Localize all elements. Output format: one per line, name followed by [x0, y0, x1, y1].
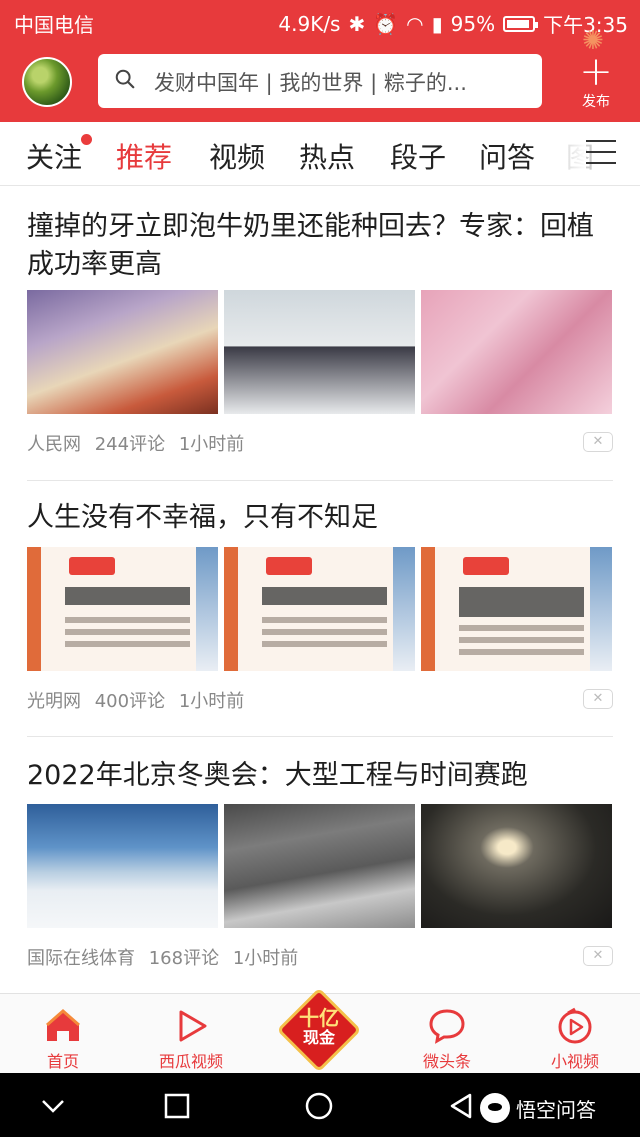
article-images[interactable] [27, 804, 612, 928]
nav-label: 小视频 [550, 1052, 599, 1071]
nav-small-video[interactable]: 小视频 [520, 1006, 630, 1072]
article-time: 1小时前 [178, 434, 245, 455]
article-image[interactable] [421, 804, 612, 928]
article-comments: 244评论 [94, 434, 166, 455]
dismiss-icon[interactable]: ✕ [583, 689, 613, 709]
article-image[interactable] [421, 290, 612, 414]
article-images[interactable] [27, 290, 612, 414]
tabs-fade [556, 122, 586, 184]
dismiss-icon[interactable]: ✕ [583, 946, 613, 966]
tab-label: 关注 [26, 141, 83, 174]
tab-qa[interactable]: 问答 [479, 136, 535, 176]
play-icon [179, 1010, 207, 1042]
alarm-icon: ⏰ [373, 11, 399, 36]
network-speed: 4.9K/s [278, 11, 341, 36]
signal-icon: ▮ [431, 11, 443, 36]
channel-tabs: 关注 推荐 视频 热点 段子 问答 图 [0, 122, 640, 186]
divider [27, 480, 613, 481]
article-title[interactable]: 2022年北京冬奥会：大型工程与时间赛跑 [27, 757, 613, 795]
home-icon [46, 1009, 80, 1041]
publish-label: 发布 [582, 94, 610, 110]
tab-label: 热点 [299, 141, 356, 174]
article-source: 人民网 [27, 434, 81, 455]
article-image[interactable] [27, 290, 218, 414]
article-image[interactable] [224, 804, 415, 928]
bluetooth-icon: ✱ [348, 11, 366, 36]
search-icon [115, 69, 135, 89]
article-meta: 光明网 400评论 1小时前 [27, 687, 252, 713]
chat-bubble-icon [429, 1009, 465, 1044]
tab-video[interactable]: 视频 [209, 136, 265, 176]
small-video-icon [558, 1007, 592, 1044]
article-comments: 168评论 [148, 948, 220, 969]
article-comments: 400评论 [94, 691, 166, 712]
status-bar: 中国电信 4.9K/s ✱ ⏰ ◠ ▮ 95% 下午3:35 [0, 0, 640, 44]
battery-icon [503, 15, 539, 32]
notification-dot [81, 134, 93, 145]
watermark: 悟空问答 [480, 1093, 596, 1123]
dismiss-icon[interactable]: ✕ [583, 432, 613, 452]
article-title[interactable]: 人生没有不幸福，只有不知足 [27, 499, 613, 537]
article-image[interactable] [27, 804, 218, 928]
search-placeholder: 发财中国年 | 我的世界 | 粽子的... [154, 71, 467, 95]
nav-home[interactable]: 首页 [8, 1006, 118, 1072]
tab-label: 问答 [479, 141, 536, 174]
wifi-icon: ◠ [406, 11, 424, 36]
article-time: 1小时前 [178, 691, 245, 712]
tab-label: 段子 [390, 141, 447, 174]
search-box[interactable]: 发财中国年 | 我的世界 | 粽子的... [98, 54, 542, 108]
article-meta: 国际在线体育 168评论 1小时前 [27, 944, 306, 970]
badge-bottom: 现金 [302, 1028, 335, 1047]
tab-label: 推荐 [116, 141, 173, 174]
collapse-icon[interactable] [38, 1091, 68, 1121]
tab-recommend[interactable]: 推荐 [116, 136, 172, 176]
article-time: 1小时前 [232, 948, 299, 969]
tab-follow[interactable]: 关注 [26, 134, 93, 176]
nav-weitoutiao[interactable]: 微头条 [392, 1006, 502, 1072]
back-icon[interactable] [446, 1091, 476, 1121]
article-image[interactable] [224, 547, 415, 671]
article-title[interactable]: 撞掉的牙立即泡牛奶里还能种回去？专家：回植成功率更高 [27, 208, 613, 284]
watermark-text: 悟空问答 [516, 1097, 596, 1122]
bottom-nav: 首页 西瓜视频 十亿 现金 微头条 小视频 [0, 987, 640, 1073]
badge-text: 十亿 现金 [280, 1008, 358, 1048]
plus-icon: + [579, 49, 613, 95]
tab-hot[interactable]: 热点 [299, 136, 355, 176]
carrier-label: 中国电信 [14, 13, 94, 37]
battery-percent: 95% [450, 11, 496, 36]
article-image[interactable] [224, 290, 415, 414]
article-meta: 人民网 244评论 1小时前 [27, 430, 252, 456]
article-source: 国际在线体育 [27, 948, 135, 969]
nav-label: 微头条 [422, 1052, 471, 1071]
tab-jokes[interactable]: 段子 [390, 136, 446, 176]
tab-label: 视频 [209, 141, 266, 174]
divider [27, 736, 613, 737]
home-button-icon[interactable] [304, 1091, 334, 1121]
channel-menu-icon[interactable] [586, 140, 616, 166]
nav-label: 首页 [46, 1052, 79, 1071]
nav-cash-badge[interactable]: 十亿 现金 [276, 987, 362, 1073]
article-images[interactable] [27, 547, 612, 671]
recent-apps-icon[interactable] [162, 1091, 192, 1121]
status-icons: 4.9K/s ✱ ⏰ ◠ ▮ 95% 下午3:35 [278, 9, 628, 38]
nav-label: 西瓜视频 [158, 1052, 223, 1071]
system-nav-bar: 悟空问答 [0, 1073, 640, 1137]
publish-button[interactable]: + 发布 [574, 50, 618, 116]
nav-xigua[interactable]: 西瓜视频 [136, 1006, 246, 1072]
article-image[interactable] [27, 547, 218, 671]
app-header: 发财中国年 | 我的世界 | 粽子的... ✺ + 发布 [0, 26, 640, 122]
badge-top: 十亿 [299, 1006, 339, 1030]
article-image[interactable] [421, 547, 612, 671]
avatar[interactable] [22, 57, 72, 107]
wukong-logo-icon [480, 1093, 510, 1123]
article-source: 光明网 [27, 691, 81, 712]
